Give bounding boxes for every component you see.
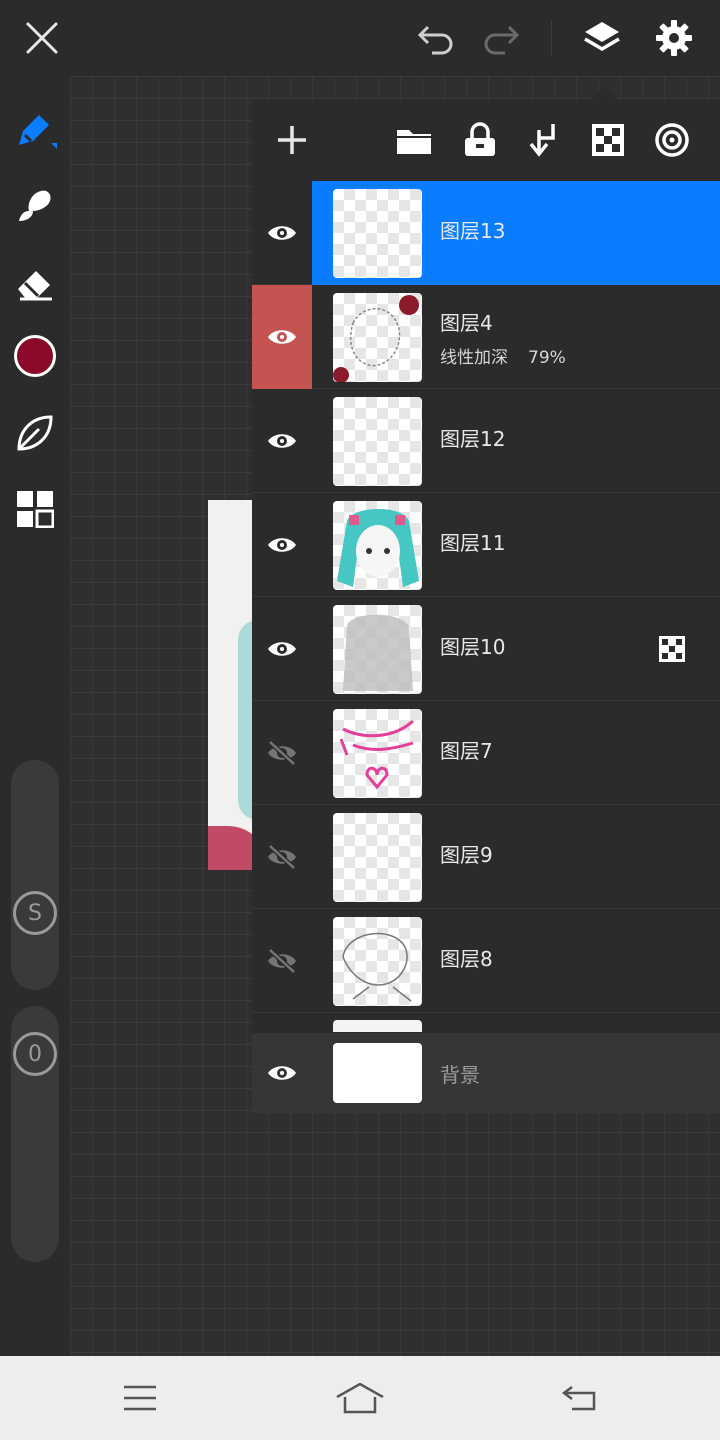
left-toolbar: S 0 [0, 76, 70, 1356]
layers-panel: 图层13 图层4 线性加深 79% 图层12 图层11 图层10 图层7 图层9… [252, 100, 720, 1113]
home-icon[interactable] [330, 1376, 390, 1420]
layer-name: 图层12 [440, 427, 506, 451]
layer-thumbnail [333, 917, 422, 1006]
eye-icon [268, 538, 296, 552]
brush-size-knob[interactable]: S [13, 891, 57, 935]
layer-name: 图层11 [440, 531, 506, 555]
grid-tool-icon[interactable] [10, 484, 60, 534]
layer-thumbnail [333, 293, 422, 382]
character-thumbnail [337, 509, 419, 587]
visibility-toggle[interactable] [252, 805, 312, 909]
visibility-toggle[interactable] [252, 1033, 312, 1113]
layer-name: 背景 [440, 1063, 480, 1087]
background-thumbnail [333, 1043, 422, 1103]
back-icon[interactable] [550, 1376, 610, 1420]
layer-opacity: 79% [528, 348, 566, 368]
layer-name: 图层4 [440, 311, 493, 335]
layer-row[interactable]: 图层13 [252, 181, 720, 285]
eye-icon [268, 434, 296, 448]
visibility-toggle[interactable] [252, 285, 312, 389]
brush-size-slider[interactable] [11, 760, 59, 990]
opacity-label: 0 [28, 1041, 42, 1067]
pink-lines-thumbnail [339, 719, 415, 790]
shading-thumbnail [343, 614, 413, 691]
drawing-app: S 0 图层13 图层4 线性加深 79% 图层12 图层11 图层10 图层7… [0, 0, 720, 1440]
toolbar-divider [551, 20, 552, 56]
merge-down-icon[interactable] [522, 118, 566, 162]
layers-icon[interactable] [578, 14, 626, 62]
layer-row[interactable]: 图层8 [252, 909, 720, 1013]
sketch-thumbnail [333, 295, 419, 382]
layer-name: 图层10 [440, 635, 506, 659]
transparency-icon[interactable] [586, 118, 630, 162]
visibility-toggle[interactable] [252, 597, 312, 701]
layer-thumbnail [333, 501, 422, 590]
redo-icon[interactable] [477, 16, 525, 60]
smudge-tool-icon[interactable] [10, 180, 60, 230]
layer-thumbnail [333, 813, 422, 902]
blend-icon[interactable] [650, 118, 694, 162]
visibility-toggle[interactable] [252, 389, 312, 493]
eraser-tool-icon[interactable] [10, 258, 60, 308]
layer-row[interactable]: 图层12 [252, 389, 720, 493]
visibility-toggle[interactable] [252, 181, 312, 285]
layer-row[interactable]: 图层10 [252, 597, 720, 701]
system-nav-bar [0, 1356, 720, 1440]
layers-toolbar [252, 100, 720, 180]
layer-row[interactable]: 图层4 线性加深 79% [252, 285, 720, 389]
layer-thumbnail [333, 397, 422, 486]
layer-thumbnail-partial [333, 1020, 422, 1032]
folder-icon[interactable] [392, 118, 436, 162]
layer-blend-info: 线性加深 79% [440, 343, 566, 368]
lock-icon[interactable] [458, 118, 502, 162]
current-color [14, 335, 56, 377]
add-layer-icon[interactable] [270, 118, 314, 162]
layer-thumbnail [333, 709, 422, 798]
layer-thumbnail [333, 189, 422, 278]
eye-icon [268, 330, 296, 344]
layer-name: 图层13 [440, 219, 506, 243]
leaf-tool-icon[interactable] [10, 408, 60, 458]
layer-name: 图层7 [440, 739, 493, 763]
undo-icon[interactable] [412, 16, 460, 60]
visibility-toggle[interactable] [252, 701, 312, 805]
eye-hidden-icon [268, 948, 296, 974]
menu-icon[interactable] [110, 1376, 170, 1420]
panel-pointer [590, 86, 618, 100]
layer-name: 图层8 [440, 947, 493, 971]
settings-icon[interactable] [650, 14, 698, 62]
top-bar [0, 0, 720, 76]
close-icon[interactable] [18, 14, 66, 62]
layer-row[interactable]: 图层11 [252, 493, 720, 597]
layer-thumbnail [333, 605, 422, 694]
layer-name: 图层9 [440, 843, 493, 867]
eye-icon [268, 226, 296, 240]
eye-icon [268, 1066, 296, 1080]
eye-hidden-icon [268, 844, 296, 870]
alpha-lock-badge-icon [659, 636, 685, 662]
layer-row[interactable]: 图层7 [252, 701, 720, 805]
opacity-knob[interactable]: 0 [13, 1032, 57, 1076]
visibility-toggle[interactable] [252, 909, 312, 1013]
color-swatch[interactable] [10, 331, 60, 381]
pen-tool-icon[interactable] [10, 104, 60, 154]
visibility-toggle[interactable] [252, 493, 312, 597]
background-layer-row[interactable]: 背景 [252, 1033, 720, 1113]
lineart-thumbnail [342, 932, 412, 1002]
eye-icon [268, 642, 296, 656]
eye-hidden-icon [268, 740, 296, 766]
brush-size-label: S [28, 900, 42, 926]
layer-row[interactable]: 图层9 [252, 805, 720, 909]
blend-mode: 线性加深 [440, 348, 508, 368]
